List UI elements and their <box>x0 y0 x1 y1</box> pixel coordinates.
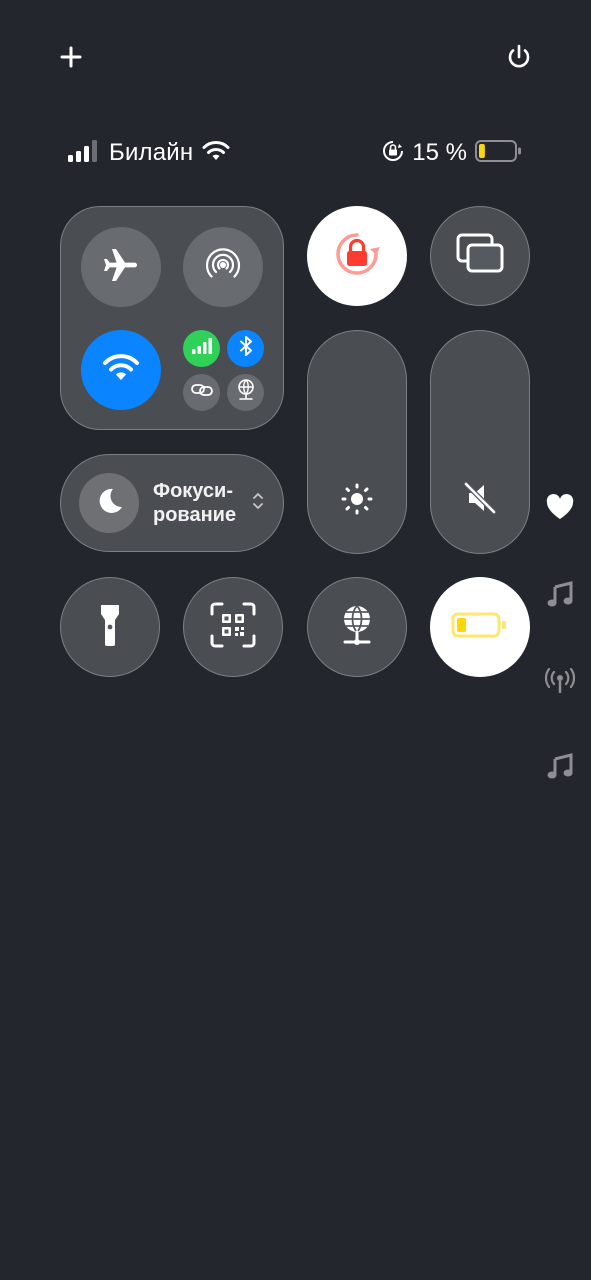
wifi-toggle-button[interactable] <box>81 330 161 410</box>
speaker-muted-icon <box>462 480 498 521</box>
connectivity-group <box>60 206 284 430</box>
qr-code-icon <box>209 601 257 654</box>
screen-mirroring-icon <box>455 232 505 281</box>
wifi-icon <box>202 140 230 167</box>
wifi-icon <box>102 353 140 388</box>
personal-hotspot-button[interactable] <box>183 374 220 411</box>
battery-icon <box>475 139 523 168</box>
carrier-name: Билайн <box>109 139 194 166</box>
power-button[interactable] <box>497 37 541 81</box>
power-icon <box>505 43 533 76</box>
globe-network-icon <box>236 379 256 406</box>
antenna-icon <box>544 667 576 699</box>
battery-icon <box>451 611 509 644</box>
qr-scanner-button[interactable] <box>183 577 283 677</box>
focus-label-line1: Фокуси- <box>153 480 233 502</box>
battery-percent: 15 % <box>412 139 467 166</box>
side-page-favorites[interactable] <box>540 489 580 529</box>
cellular-signal-icon <box>68 139 100 167</box>
airdrop-button[interactable] <box>183 227 263 307</box>
orientation-lock-icon <box>382 140 404 167</box>
focus-label: Фокуси- рование <box>153 479 249 527</box>
cellular-icon <box>191 338 212 359</box>
status-bar-left: Билайн <box>68 137 230 169</box>
lock-rotation-icon <box>330 227 384 286</box>
link-icon <box>190 382 213 403</box>
focus-icon-circle <box>79 473 139 533</box>
screen-mirroring-button[interactable] <box>430 206 530 306</box>
music-note-icon <box>547 580 573 614</box>
focus-label-line2: рование <box>153 504 237 526</box>
music-note-icon <box>547 752 573 786</box>
airplane-mode-button[interactable] <box>81 227 161 307</box>
bluetooth-icon <box>239 336 253 361</box>
orientation-lock-button[interactable] <box>307 206 407 306</box>
status-bar-right: 15 % <box>382 137 523 169</box>
brightness-slider[interactable] <box>307 330 407 554</box>
plus-icon <box>60 46 82 73</box>
vpn-network-button[interactable] <box>227 374 264 411</box>
add-control-button[interactable] <box>49 37 93 81</box>
flashlight-button[interactable] <box>60 577 160 677</box>
bluetooth-button[interactable] <box>227 330 264 367</box>
sun-icon <box>340 482 374 521</box>
airplane-icon <box>101 245 141 290</box>
cellular-data-button[interactable] <box>183 330 220 367</box>
airdrop-icon <box>204 246 242 289</box>
focus-button[interactable]: Фокуси- рование <box>60 454 284 552</box>
globe-network-icon <box>337 603 377 652</box>
low-power-mode-button[interactable] <box>430 577 530 677</box>
chevron-up-down-icon <box>251 490 265 517</box>
side-page-connectivity[interactable] <box>540 663 580 703</box>
flashlight-icon <box>99 603 121 652</box>
side-page-music-2[interactable] <box>540 749 580 789</box>
heart-icon <box>546 493 574 525</box>
moon-icon <box>93 485 125 522</box>
side-page-music[interactable] <box>540 577 580 617</box>
network-globe-button[interactable] <box>307 577 407 677</box>
volume-slider[interactable] <box>430 330 530 554</box>
